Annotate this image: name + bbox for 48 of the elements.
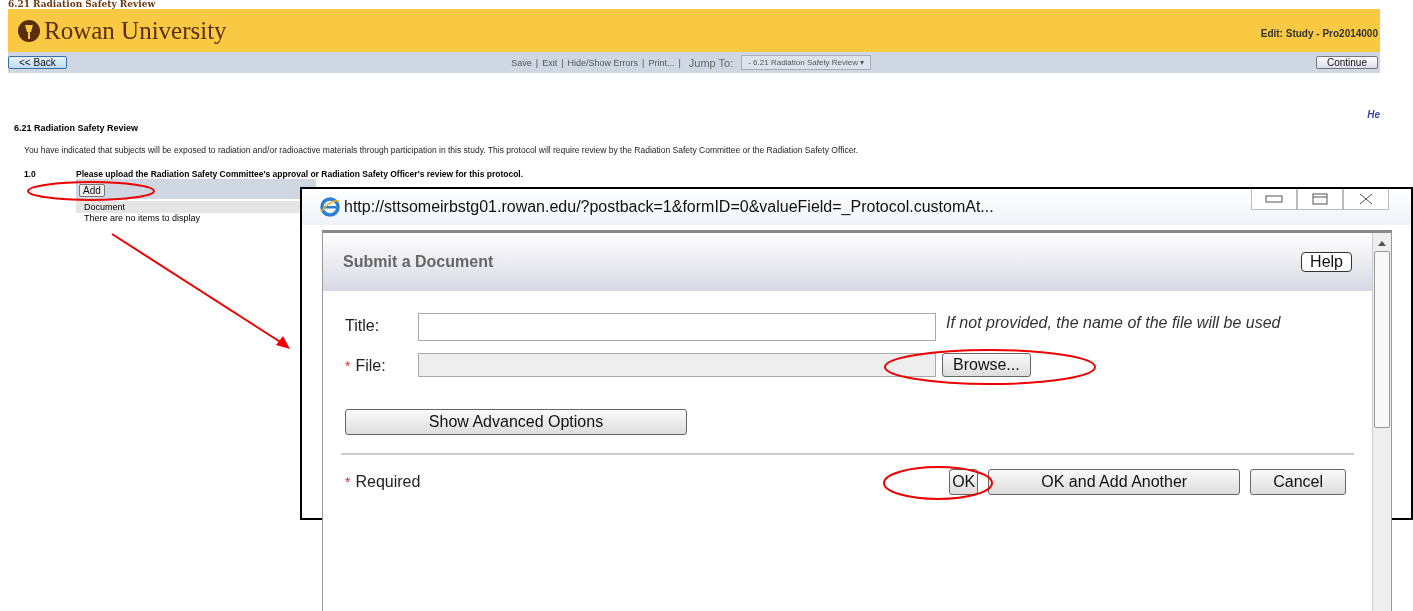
separator: | — [678, 57, 681, 68]
toolbar-link[interactable]: Print... — [648, 57, 675, 68]
page-heading: 6.21 Radiation Safety Review — [8, 0, 157, 9]
required-mark: * — [345, 358, 351, 374]
minimize-icon — [1265, 195, 1283, 203]
separator: | — [535, 57, 539, 68]
close-icon — [1358, 193, 1374, 205]
jump-dropdown[interactable]: - 6.21 Radiation Safety Review ▾ — [741, 55, 872, 70]
close-button[interactable] — [1343, 189, 1389, 210]
toolbar-link[interactable]: Save — [511, 57, 532, 68]
minimize-button[interactable] — [1251, 189, 1297, 210]
maximize-button[interactable] — [1297, 189, 1343, 210]
section-title: 6.21 Radiation Safety Review — [14, 123, 140, 133]
torch-logo-icon — [18, 19, 40, 42]
question-number: 1.0 — [24, 169, 37, 179]
required-mark: * — [345, 474, 351, 490]
scroll-up-icon[interactable] — [1377, 239, 1387, 247]
field-hint: If not provided, the name of the file will be used — [946, 313, 1282, 332]
help-button[interactable]: Help — [1301, 252, 1352, 272]
empty-message: There are no items to display — [83, 213, 202, 223]
advanced-options-button[interactable]: Show Advanced Options — [345, 409, 687, 435]
intro-text: You have indicated that subjects will be exposed to radiation and/or radioactive materials through participation in this study. This protocol will require review by the Radiation Safety Committee or the Radiation Safety Officer. — [24, 145, 860, 155]
toolbar-link[interactable]: Hide/Show Errors — [567, 57, 639, 68]
dialog-button[interactable]: OK and Add Another — [988, 469, 1241, 495]
add-button[interactable]: Add — [79, 184, 105, 197]
question-text: Please upload the Radiation Safety Committee's approval or Radiation Safety Officer's review for this protocol. — [76, 169, 524, 179]
field-label: * File: — [345, 356, 387, 375]
maximize-icon — [1312, 193, 1328, 205]
study-context: Edit: Study - Pro2014000 — [1260, 28, 1378, 39]
dialog-title: Submit a Document — [343, 253, 494, 271]
scroll-thumb[interactable] — [1374, 251, 1390, 428]
window-url: http://sttsomeirbstg01.rowan.edu/?postback=1&formID=0&valueField=_Protocol.customAt... — [344, 198, 994, 216]
toolbar-link[interactable]: Exit — [542, 57, 558, 68]
field-label: Title: — [345, 316, 381, 335]
required-note: Required — [355, 473, 421, 491]
separator: | — [642, 57, 645, 68]
dialog-button[interactable]: Cancel — [1250, 469, 1346, 495]
browse-button[interactable]: Browse... — [942, 353, 1031, 377]
title-field[interactable] — [418, 313, 936, 341]
separator: | — [561, 57, 564, 68]
continue-button[interactable]: Continue — [1315, 56, 1378, 69]
dialog-button[interactable]: OK — [949, 469, 979, 495]
logo-text: Rowan University — [44, 16, 227, 45]
file-field[interactable] — [418, 353, 936, 377]
help-corner-link[interactable]: He — [14, 73, 1399, 121]
browser-e-icon — [320, 197, 340, 217]
jump-label: Jump To: — [688, 56, 734, 69]
back-button[interactable]: << Back — [8, 56, 67, 69]
